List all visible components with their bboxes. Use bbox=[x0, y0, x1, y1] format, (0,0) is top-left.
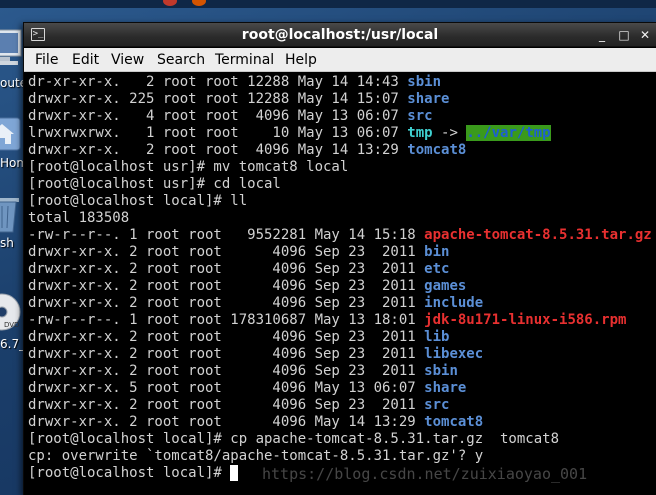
terminal-window[interactable]: >_ root@localhost:/usr/local _ □ ✕ File … bbox=[23, 22, 656, 495]
line-text: drwxr-xr-x. 2 root root 4096 May 14 13:2… bbox=[28, 414, 425, 430]
line-text: drwxr-xr-x. 2 root root 4096 May 14 13:2… bbox=[28, 142, 408, 158]
symlink-target: ../var/tmp bbox=[466, 125, 551, 141]
terminal-line: -rw-r--r--. 1 root root 9552281 May 14 1… bbox=[28, 227, 652, 244]
line-text: cp: overwrite `tomcat8/apache-tomcat-8.5… bbox=[28, 448, 484, 464]
terminal-line: [root@localhost local]# ll bbox=[28, 193, 247, 210]
title-bar[interactable]: >_ root@localhost:/usr/local _ □ ✕ bbox=[24, 23, 656, 47]
home-icon[interactable] bbox=[0, 114, 24, 158]
terminal-line: drwxr-xr-x. 2 root root 4096 Sep 23 2011… bbox=[28, 261, 449, 278]
line-text: drwxr-xr-x. 2 root root 4096 Sep 23 2011 bbox=[28, 329, 425, 345]
panel-icon[interactable] bbox=[192, 0, 206, 6]
line-text: dr-xr-xr-x. 2 root root 12288 May 14 14:… bbox=[28, 74, 408, 90]
symlink-name: tmp bbox=[407, 125, 433, 141]
directory-name: tomcat8 bbox=[424, 414, 484, 430]
terminal-line: lrwxrwxrwx. 1 root root 10 May 13 06:07 … bbox=[28, 125, 551, 142]
menu-edit[interactable]: Edit bbox=[69, 48, 102, 72]
directory-name: libexec bbox=[424, 346, 484, 362]
close-button[interactable]: ✕ bbox=[637, 27, 653, 43]
symlink-arrow: -> bbox=[432, 125, 467, 141]
line-text: [root@localhost local]# bbox=[28, 465, 231, 481]
directory-name: share bbox=[424, 380, 467, 396]
terminal-line: drwxr-xr-x. 2 root root 4096 May 14 13:2… bbox=[28, 414, 483, 431]
menu-file[interactable]: File bbox=[32, 48, 61, 72]
archive-filename: apache-tomcat-8.5.31.tar.gz bbox=[424, 227, 652, 243]
terminal-line: [root@localhost usr]# mv tomcat8 local bbox=[28, 159, 348, 176]
directory-name: src bbox=[424, 397, 450, 413]
terminal-line: total 183508 bbox=[28, 210, 129, 227]
minimize-button[interactable]: _ bbox=[594, 27, 610, 43]
archive-filename: jdk-8u171-linux-i586.rpm bbox=[424, 312, 627, 328]
line-text: [root@localhost usr]# cd local bbox=[28, 176, 281, 192]
menu-view[interactable]: View bbox=[108, 48, 147, 72]
terminal-output[interactable]: dr-xr-xr-x. 2 root root 12288 May 14 14:… bbox=[24, 73, 656, 495]
panel-icon[interactable] bbox=[163, 0, 177, 6]
terminal-line: drwxr-xr-x. 2 root root 4096 Sep 23 2011… bbox=[28, 244, 449, 261]
terminal-line: drwxr-xr-x. 4 root root 4096 May 13 06:0… bbox=[28, 108, 433, 125]
terminal-line: drwxr-xr-x. 2 root root 4096 May 14 13:2… bbox=[28, 142, 466, 159]
svg-text:DVD: DVD bbox=[4, 321, 19, 329]
terminal-line: [root@localhost local]# cp apache-tomcat… bbox=[28, 431, 559, 448]
terminal-line: drwxr-xr-x. 2 root root 4096 Sep 23 2011… bbox=[28, 278, 466, 295]
terminal-line: drwxr-xr-x. 2 root root 4096 Sep 23 2011… bbox=[28, 346, 483, 363]
computer-icon[interactable] bbox=[0, 26, 24, 70]
directory-name: src bbox=[407, 108, 433, 124]
menu-search[interactable]: Search bbox=[154, 48, 208, 72]
trash-icon[interactable] bbox=[0, 192, 24, 236]
text-cursor[interactable] bbox=[230, 465, 239, 481]
line-text: drwxr-xr-x. 225 root root 12288 May 14 1… bbox=[28, 91, 408, 107]
line-text: drwxr-xr-x. 2 root root 4096 Sep 23 2011 bbox=[28, 278, 425, 294]
terminal-line: drwxr-xr-x. 2 root root 4096 Sep 23 2011… bbox=[28, 295, 483, 312]
window-title: root@localhost:/usr/local bbox=[241, 27, 439, 43]
terminal-line: [root@localhost usr]# cd local bbox=[28, 176, 281, 193]
top-panel bbox=[0, 0, 656, 8]
terminal-line: drwxr-xr-x. 2 root root 4096 Sep 23 2011… bbox=[28, 397, 449, 414]
line-text: [root@localhost local]# ll bbox=[28, 193, 248, 209]
maximize-button[interactable]: □ bbox=[616, 27, 632, 43]
terminal-line: cp: overwrite `tomcat8/apache-tomcat-8.5… bbox=[28, 448, 483, 465]
terminal-line: [root@localhost local]# bbox=[28, 465, 239, 482]
directory-name: include bbox=[424, 295, 484, 311]
line-text: drwxr-xr-x. 2 root root 4096 Sep 23 2011 bbox=[28, 244, 425, 260]
line-text: [root@localhost usr]# mv tomcat8 local bbox=[28, 159, 349, 175]
directory-name: sbin bbox=[424, 363, 458, 379]
line-text: drwxr-xr-x. 2 root root 4096 Sep 23 2011 bbox=[28, 363, 425, 379]
watermark: https://blog.csdn.net/zuixiaoyao_001 bbox=[262, 465, 588, 483]
line-text: drwxr-xr-x. 4 root root 4096 May 13 06:0… bbox=[28, 108, 408, 124]
terminal-line: drwxr-xr-x. 225 root root 12288 May 14 1… bbox=[28, 91, 449, 108]
line-text: drwxr-xr-x. 5 root root 4096 May 13 06:0… bbox=[28, 380, 425, 396]
menu-terminal[interactable]: Terminal bbox=[212, 48, 277, 72]
terminal-line: -rw-r--r--. 1 root root 178310687 May 13… bbox=[28, 312, 626, 329]
directory-name: lib bbox=[424, 329, 450, 345]
line-text: drwxr-xr-x. 2 root root 4096 Sep 23 2011 bbox=[28, 295, 425, 311]
line-text: total 183508 bbox=[28, 210, 130, 226]
line-text: lrwxrwxrwx. 1 root root 10 May 13 06:07 bbox=[28, 125, 408, 141]
directory-name: games bbox=[424, 278, 467, 294]
line-text: drwxr-xr-x. 2 root root 4096 Sep 23 2011 bbox=[28, 346, 425, 362]
directory-name: bin bbox=[424, 244, 450, 260]
terminal-line: drwxr-xr-x. 2 root root 4096 Sep 23 2011… bbox=[28, 329, 449, 346]
line-text: drwxr-xr-x. 2 root root 4096 Sep 23 2011 bbox=[28, 397, 425, 413]
dvd-icon[interactable]: DVD bbox=[0, 290, 24, 334]
terminal-line: drwxr-xr-x. 5 root root 4096 May 13 06:0… bbox=[28, 380, 466, 397]
line-text: -rw-r--r--. 1 root root 178310687 May 13… bbox=[28, 312, 425, 328]
line-text: -rw-r--r--. 1 root root 9552281 May 14 1… bbox=[28, 227, 425, 243]
directory-name: etc bbox=[424, 261, 450, 277]
directory-name: sbin bbox=[407, 74, 442, 90]
line-text: drwxr-xr-x. 2 root root 4096 Sep 23 2011 bbox=[28, 261, 425, 277]
terminal-line: drwxr-xr-x. 2 root root 4096 Sep 23 2011… bbox=[28, 363, 458, 380]
menu-bar: File Edit View Search Terminal Help bbox=[24, 48, 656, 72]
directory-name: share bbox=[407, 91, 450, 107]
directory-name: tomcat8 bbox=[407, 142, 467, 158]
terminal-line: dr-xr-xr-x. 2 root root 12288 May 14 14:… bbox=[28, 74, 441, 91]
menu-help[interactable]: Help bbox=[282, 48, 320, 72]
line-text: [root@localhost local]# cp apache-tomcat… bbox=[28, 431, 560, 447]
